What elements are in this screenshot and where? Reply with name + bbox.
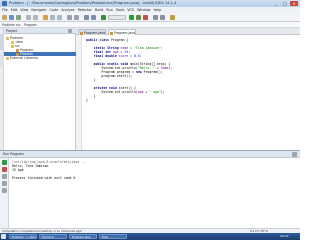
help-icon[interactable] bbox=[170, 15, 175, 20]
paste-icon[interactable] bbox=[57, 15, 62, 20]
tab-inactive[interactable]: Program.java bbox=[78, 29, 106, 35]
tree-item-label: External Libraries bbox=[10, 56, 39, 60]
back-icon[interactable] bbox=[84, 15, 89, 20]
stop-icon[interactable] bbox=[143, 15, 148, 20]
run-panel: Run Program /usr/lib/jvm/java-8-oracle/b… bbox=[0, 150, 300, 229]
editor-area: Program.java Program.java public class Pr… bbox=[76, 28, 300, 150]
close-run-icon[interactable] bbox=[2, 188, 7, 193]
run-config-select[interactable] bbox=[108, 15, 126, 20]
app-icon bbox=[2, 1, 7, 6]
run-icon[interactable] bbox=[129, 15, 134, 20]
taskbar-item[interactable]: Terminal bbox=[39, 234, 67, 239]
taskbar-item[interactable]: Problem - [~/Docu... bbox=[9, 234, 37, 239]
rerun-icon[interactable] bbox=[2, 160, 7, 165]
window-titlebar: Problem - [~/Documents/CodingJava/Proble… bbox=[0, 0, 300, 7]
run-panel-header: Run Program bbox=[0, 151, 300, 158]
java-file-icon bbox=[110, 31, 113, 35]
console-line: 15 age bbox=[12, 168, 24, 172]
project-panel-header: Project bbox=[4, 28, 76, 34]
code-line: System.out.println(age + " age"); bbox=[86, 90, 165, 94]
window-title: Problem - [~/Documents/CodingJava/Proble… bbox=[9, 1, 177, 5]
panel-settings-icon[interactable] bbox=[68, 29, 72, 33]
copy-icon[interactable] bbox=[50, 15, 55, 20]
start-menu-icon[interactable] bbox=[1, 234, 6, 239]
taskbar-item[interactable]: Program.java bbox=[69, 234, 97, 239]
tree-item[interactable]: External Libraries bbox=[4, 56, 76, 60]
console-line: Process finished with exit code 0 bbox=[12, 176, 76, 180]
editor-tabs: Program.java Program.java bbox=[76, 28, 300, 35]
save-all-icon[interactable] bbox=[9, 15, 14, 20]
code-line: } bbox=[86, 78, 96, 82]
editor-gutter bbox=[76, 35, 82, 150]
toolbar bbox=[0, 13, 300, 22]
taskbar-item[interactable]: Files bbox=[99, 234, 127, 239]
project-panel-title: Project bbox=[6, 29, 17, 33]
scroll-to-end-icon[interactable] bbox=[2, 181, 7, 186]
folder-icon bbox=[6, 56, 9, 60]
code-line: public class Program { bbox=[86, 38, 129, 42]
run-toolbar bbox=[0, 158, 9, 229]
replace-icon[interactable] bbox=[74, 15, 79, 20]
run-panel-title: Run Program bbox=[3, 152, 24, 156]
project-panel: Project Problem .idea src Program Problem Ext… bbox=[4, 28, 76, 150]
redo-icon[interactable] bbox=[33, 15, 38, 20]
tab-label: Program.java bbox=[84, 31, 106, 35]
pause-output-icon[interactable] bbox=[2, 174, 7, 179]
stop-run-icon[interactable] bbox=[2, 167, 7, 172]
debug-icon[interactable] bbox=[136, 15, 141, 20]
tab-label: Program.java bbox=[114, 31, 136, 35]
cut-icon[interactable] bbox=[43, 15, 48, 20]
forward-icon[interactable] bbox=[91, 15, 96, 20]
project-structure-icon[interactable] bbox=[160, 15, 165, 20]
panel-hide-icon[interactable] bbox=[292, 152, 297, 157]
find-icon[interactable] bbox=[67, 15, 72, 20]
clock: 20:37 bbox=[280, 234, 289, 238]
tab-active[interactable]: Program.java bbox=[108, 29, 136, 35]
undo-icon[interactable] bbox=[26, 15, 31, 20]
settings-icon[interactable] bbox=[153, 15, 158, 20]
code-line: final double score = 8.5; bbox=[86, 54, 142, 58]
open-folder-icon[interactable] bbox=[2, 15, 7, 20]
os-taskbar: Problem - [~/Docu...TerminalProgram.java… bbox=[0, 233, 300, 240]
close-button[interactable]: × bbox=[290, 1, 298, 6]
code-line: } bbox=[86, 98, 88, 102]
minimize-button[interactable]: _ bbox=[272, 1, 280, 6]
make-project-icon[interactable] bbox=[101, 15, 106, 20]
sync-icon[interactable] bbox=[16, 15, 21, 20]
maximize-button[interactable]: □ bbox=[281, 1, 289, 6]
